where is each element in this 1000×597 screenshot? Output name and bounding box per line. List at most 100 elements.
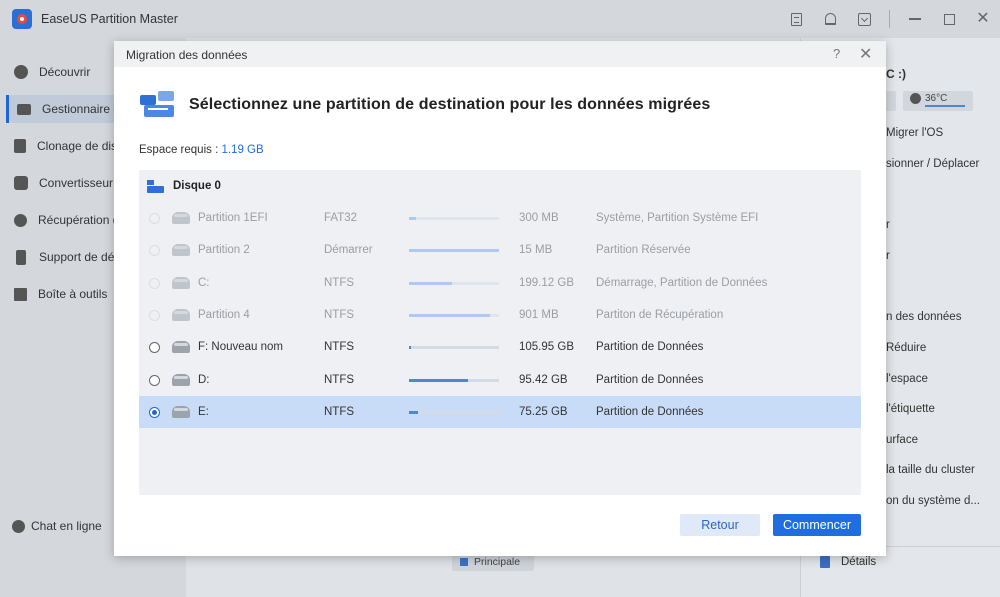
info-icon xyxy=(910,93,921,104)
partition-row[interactable]: E: NTFS 75.25 GB Partition de Données xyxy=(139,395,861,428)
action-migrate-data[interactable]: n des données xyxy=(886,311,961,323)
help-icon[interactable]: ? xyxy=(833,46,840,61)
legend-primary-label: Principale xyxy=(474,556,521,568)
disk-label: Disque 0 xyxy=(173,180,221,192)
drive-icon xyxy=(17,103,31,115)
partition-usage-bar xyxy=(409,313,499,317)
minimize-button[interactable] xyxy=(898,0,932,38)
partition-row: Partition 2 Démarrer 15 MB Partition Réserv… xyxy=(139,234,861,266)
live-chat-label: Chat en ligne xyxy=(31,519,102,533)
compass-icon xyxy=(14,65,28,79)
action-file-system[interactable]: on du système d... xyxy=(886,495,980,507)
partition-drive-icon xyxy=(172,341,190,354)
maximize-icon xyxy=(943,13,955,25)
partition-name: Partition 1EFI xyxy=(198,212,268,224)
partition-type: Partition de Données xyxy=(596,341,704,354)
partition-size: 75.25 GB xyxy=(519,405,568,418)
action-change-label[interactable]: l'étiquette xyxy=(886,403,935,415)
convert-icon xyxy=(14,176,28,190)
action-cluster-size[interactable]: la taille du cluster xyxy=(886,464,975,476)
partition-row[interactable]: F: Nouveau nom NTFS 105.95 GB Partition de … xyxy=(139,331,861,363)
action-shrink[interactable]: Réduire xyxy=(886,342,926,354)
partition-filesystem: FAT32 xyxy=(324,212,358,224)
dialog-heading: Sélectionnez une partition de destinatio… xyxy=(189,96,711,113)
partition-filesystem: NTFS xyxy=(324,341,355,354)
partition-usage-bar xyxy=(409,249,499,253)
partition-filesystem: NTFS xyxy=(324,405,355,418)
partition-name: C: xyxy=(198,276,210,289)
action-allocate-space[interactable]: l'espace xyxy=(886,373,928,385)
space-required-value: 1.19 GB xyxy=(221,144,264,156)
partition-usage-fill xyxy=(409,249,499,253)
dialog-title: Migration des données xyxy=(126,48,248,62)
action-surface-test[interactable]: urface xyxy=(886,434,918,446)
partition-name: E: xyxy=(198,405,209,418)
right-panel-title: C :) xyxy=(886,67,906,81)
partition-name: F: Nouveau nom xyxy=(198,341,284,354)
partition-radio xyxy=(149,277,160,289)
title-bar-controls: ✕ xyxy=(779,0,1000,38)
partition-size: 105.95 GB xyxy=(519,341,574,354)
clone-icon xyxy=(14,139,26,153)
usb-icon xyxy=(16,249,26,265)
partition-row[interactable]: D: NTFS 95.42 GB Partition de Données xyxy=(139,364,861,396)
partition-type: Démarrage, Partition de Données xyxy=(596,276,768,289)
partition-name: Partition 2 xyxy=(198,244,250,257)
partition-filesystem: NTFS xyxy=(324,373,355,386)
partition-drive-icon xyxy=(172,244,190,257)
maximize-button[interactable] xyxy=(932,0,966,38)
temperature-readout: 36°C xyxy=(910,93,965,107)
notifications-button[interactable] xyxy=(813,0,847,38)
download-button[interactable] xyxy=(847,0,881,38)
action-resize-move[interactable]: sionner / Déplacer xyxy=(886,158,979,170)
partition-drive-icon xyxy=(172,405,190,418)
partition-row: Partition 1EFI FAT32 300 MB Système, Partit… xyxy=(139,202,861,234)
partition-row: C: NTFS 199.12 GB Démarrage, Partition de D… xyxy=(139,267,861,299)
migration-icon xyxy=(140,91,176,121)
action-migrate-os[interactable]: Migrer l'OS xyxy=(886,127,943,139)
partition-name: D: xyxy=(198,373,210,386)
back-button[interactable]: Retour xyxy=(680,514,760,536)
close-window-button[interactable]: ✕ xyxy=(966,0,1000,38)
partition-radio[interactable] xyxy=(149,406,160,418)
partition-size: 199.12 GB xyxy=(519,276,574,289)
partition-radio xyxy=(149,213,160,224)
partition-size: 300 MB xyxy=(519,212,559,224)
partition-usage-fill xyxy=(409,346,411,350)
disk-header: Disque 0 xyxy=(139,170,861,202)
partition-radio[interactable] xyxy=(149,342,160,354)
details-label: Détails xyxy=(841,556,877,568)
partition-usage-bar xyxy=(409,346,499,350)
action-item[interactable]: r xyxy=(886,219,890,231)
dialog-header: Migration des données ? ✕ xyxy=(114,41,886,67)
close-icon[interactable]: ✕ xyxy=(859,44,872,64)
partition-drive-icon xyxy=(172,308,190,321)
live-chat-link[interactable]: Chat en ligne xyxy=(12,519,102,533)
partition-size: 95.42 GB xyxy=(519,373,568,386)
partition-row: Partition 4 NTFS 901 MB Partiton de Récupér… xyxy=(139,299,861,331)
toolbox-icon xyxy=(14,287,27,301)
start-button[interactable]: Commencer xyxy=(773,514,861,536)
sidebar-item-label: Boîte à outils xyxy=(38,287,108,301)
details-link[interactable]: Détails xyxy=(820,556,876,568)
feedback-button[interactable] xyxy=(779,0,813,38)
partition-radio[interactable] xyxy=(149,374,160,386)
sidebar-item-label: Découvrir xyxy=(39,65,91,79)
partition-radio xyxy=(149,309,160,321)
space-required-label: Espace requis : xyxy=(139,144,219,156)
partition-filesystem: NTFS xyxy=(324,276,355,289)
disk-info-chip xyxy=(886,91,896,111)
partition-radio xyxy=(149,245,160,257)
title-bar: EaseUS Partition Master ✕ xyxy=(0,0,1000,38)
partition-usage-bar xyxy=(409,410,499,414)
partition-filesystem: Démarrer xyxy=(324,244,373,257)
app-logo-icon xyxy=(12,9,32,29)
action-item[interactable]: r xyxy=(886,250,890,262)
partition-usage-fill xyxy=(409,281,453,285)
partition-type: Partition Réservée xyxy=(596,244,691,257)
minimize-icon xyxy=(909,18,921,20)
recovery-icon xyxy=(14,213,27,227)
temperature-bar xyxy=(925,105,965,107)
partition-drive-icon xyxy=(172,373,190,386)
space-required: Espace requis : 1.19 GB xyxy=(139,144,264,156)
